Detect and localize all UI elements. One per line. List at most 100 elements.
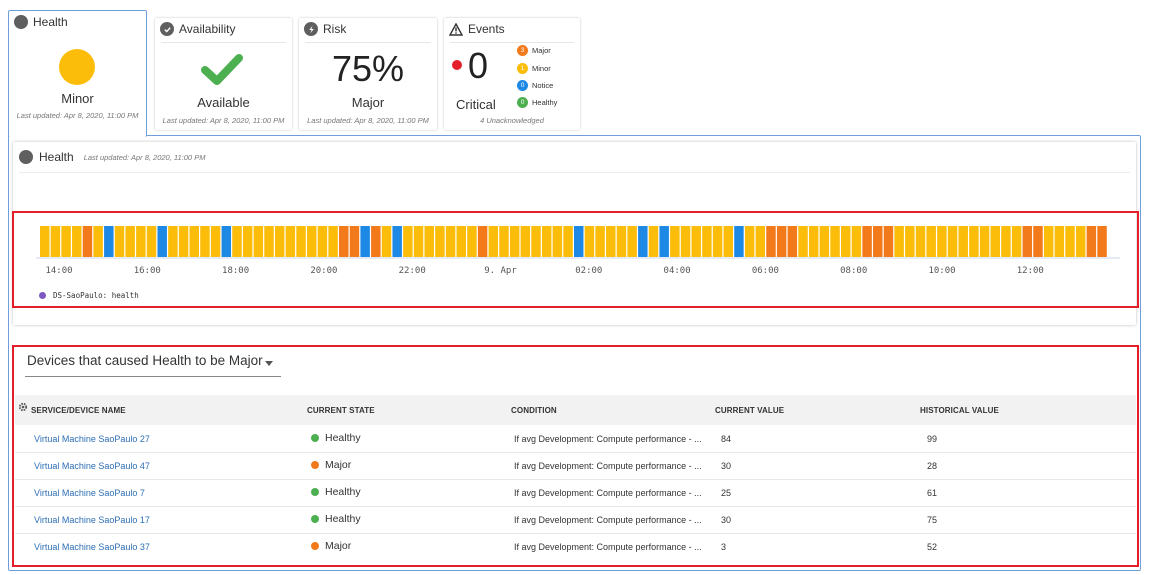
x-tick-label: 20:00 (310, 266, 338, 276)
health-bar-minor (307, 226, 317, 257)
health-bar-notice (392, 226, 402, 257)
health-bar-minor (403, 226, 413, 257)
device-name-link[interactable]: Virtual Machine SaoPaulo 37 (34, 542, 150, 552)
device-name-link[interactable]: Virtual Machine SaoPaulo 17 (34, 515, 150, 525)
x-tick-label: 10:00 (928, 266, 956, 276)
health-bar-minor (274, 226, 285, 257)
x-tick-label: 06:00 (751, 266, 779, 276)
state-dot (311, 542, 319, 550)
condition-cell: If avg Development: Compute performance … (514, 488, 702, 498)
health-bar-minor (744, 226, 755, 257)
health-bar-minor (1065, 226, 1075, 257)
health-bar-major (873, 226, 883, 257)
health-bar-major (82, 226, 93, 257)
health-bar-minor (680, 226, 691, 257)
x-tick-label: 12:00 (1016, 266, 1044, 276)
health-bar-minor (467, 226, 477, 257)
tab-health[interactable]: Health Minor Last updated: Apr 8, 2020, … (8, 10, 147, 137)
condition-cell: If avg Development: Compute performance … (514, 542, 702, 552)
condition-cell: If avg Development: Compute performance … (514, 434, 702, 444)
health-bar-minor (595, 226, 605, 257)
health-bar-minor (232, 226, 242, 257)
health-bar-minor (114, 226, 125, 257)
health-bar-minor (1075, 226, 1086, 257)
health-bar-minor (253, 226, 264, 257)
health-bar-minor (1054, 226, 1065, 257)
health-bar-minor (499, 226, 509, 257)
current-value-cell: 30 (721, 515, 732, 525)
condition-cell: If avg Development: Compute performance … (514, 461, 702, 471)
health-bar-minor (937, 226, 947, 257)
devices-dropdown-label[interactable]: Devices that caused Health to be Major (27, 353, 263, 368)
current-value-cell: 84 (721, 434, 732, 444)
health-bar-minor (798, 226, 808, 257)
health-bar-minor (520, 226, 531, 257)
gear-icon[interactable] (18, 402, 28, 412)
health-bar-minor (531, 226, 541, 257)
health-bar-minor (841, 226, 851, 257)
state-dot (311, 515, 319, 523)
condition-cell: If avg Development: Compute performance … (514, 515, 702, 525)
health-bar-minor (894, 226, 904, 257)
x-tick-label: 18:00 (222, 266, 250, 276)
health-bar-major (883, 226, 894, 257)
health-updated: Last updated: Apr 8, 2020, 11:00 PM (16, 111, 139, 120)
health-bar-minor (563, 226, 573, 257)
health-bar-minor (584, 226, 595, 257)
health-bar-minor (712, 226, 723, 257)
health-bar-major (339, 226, 349, 257)
x-tick-label: 22:00 (398, 266, 426, 276)
health-bar-major (349, 226, 360, 257)
health-bar-major (862, 226, 872, 257)
col-header-name[interactable]: SERVICE/DEVICE NAME (31, 406, 126, 415)
health-bar-minor (670, 226, 680, 257)
chevron-down-icon[interactable] (265, 361, 273, 366)
health-bar-major (1022, 226, 1033, 257)
health-bar-minor (616, 226, 627, 257)
health-bar-major (766, 226, 776, 257)
col-header-historical-value[interactable]: HISTORICAL VALUE (920, 406, 999, 415)
health-timeline-chart (36, 226, 1120, 259)
historical-value-cell: 52 (927, 542, 938, 552)
state-cell: Healthy (311, 486, 361, 498)
current-value-cell: 25 (721, 488, 732, 498)
health-bar-notice (659, 226, 669, 257)
legend-label: DS-SaoPaulo: health (53, 291, 139, 300)
health-bar-notice (734, 226, 744, 257)
chart-legend[interactable]: DS-SaoPaulo: health (39, 291, 139, 300)
col-header-current-value[interactable]: CURRENT VALUE (715, 406, 784, 415)
state-dot (311, 434, 319, 442)
health-bar-major (1033, 226, 1043, 257)
state-cell: Healthy (311, 432, 361, 444)
health-bar-minor (178, 226, 189, 257)
health-bar-minor (979, 226, 990, 257)
x-tick-label: 02:00 (575, 266, 603, 276)
device-name-link[interactable]: Virtual Machine SaoPaulo 7 (34, 488, 145, 498)
health-bar-minor (755, 226, 766, 257)
state-cell: Major (311, 459, 351, 471)
state-dot (311, 488, 319, 496)
health-bar-minor (125, 226, 135, 257)
device-name-link[interactable]: Virtual Machine SaoPaulo 27 (34, 434, 150, 444)
health-bar-minor (1001, 226, 1011, 257)
device-name-link[interactable]: Virtual Machine SaoPaulo 47 (34, 461, 150, 471)
health-bar-major (1086, 226, 1097, 257)
historical-value-cell: 28 (927, 461, 938, 471)
col-header-state[interactable]: CURRENT STATE (307, 406, 375, 415)
health-bar-major (787, 226, 798, 257)
health-bar-minor (1011, 226, 1022, 257)
health-bar-minor (381, 226, 392, 257)
health-bar-minor (947, 226, 958, 257)
x-tick-label: 16:00 (133, 266, 161, 276)
health-bar-minor (606, 226, 616, 257)
health-bar-major (477, 226, 488, 257)
health-bar-major (1097, 226, 1107, 257)
x-tick-label: 9. Apr (484, 266, 517, 276)
current-value-cell: 30 (721, 461, 732, 471)
historical-value-cell: 75 (927, 515, 938, 525)
health-bar-minor (541, 226, 552, 257)
health-bar-major (371, 226, 381, 257)
health-bar-minor (808, 226, 819, 257)
col-header-condition[interactable]: CONDITION (511, 406, 557, 415)
health-bar-minor (136, 226, 146, 257)
